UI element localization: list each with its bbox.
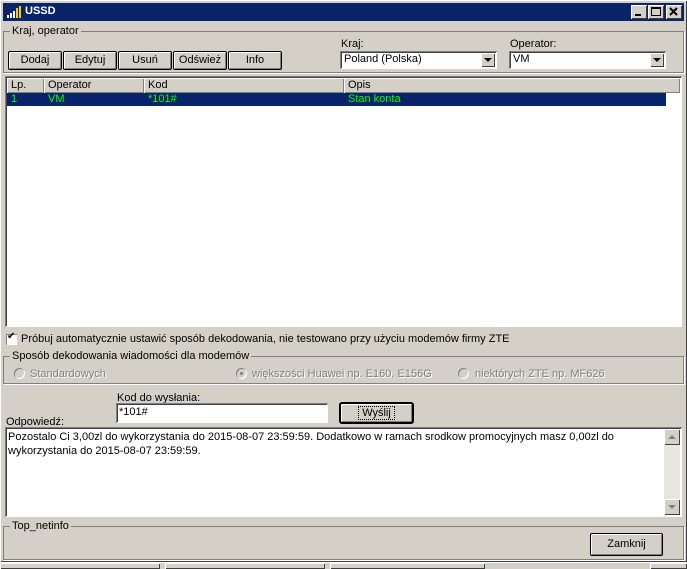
country-label: Kraj: [341, 38, 364, 50]
country-select[interactable]: Poland (Polska) [340, 51, 497, 69]
add-button[interactable]: Dodaj [8, 51, 62, 70]
response-textarea[interactable]: Pozostalo Ci 3,00zl do wykorzystania do … [5, 427, 682, 517]
scroll-up-icon[interactable] [664, 429, 680, 445]
column-header-operator[interactable]: Operator [44, 78, 144, 93]
radio-zte-label: niektórych ZTE np. MF626 [475, 368, 605, 380]
taskbar-item[interactable] [0, 563, 160, 569]
radio-huawei-label: większości Huawei np. E160, E156G [252, 368, 432, 380]
response-text: Pozostalo Ci 3,00zl do wykorzystania do … [8, 431, 614, 457]
maximize-icon [651, 7, 661, 16]
close-icon [669, 7, 678, 16]
country-value: Poland (Polska) [344, 53, 422, 65]
table-row[interactable]: 1 VM *101# Stan konta [7, 93, 666, 106]
ussd-window: USSD Kraj, operator Dodaj Edytuj Usuń Od… [0, 0, 687, 562]
netinfo-group: Top_netinfo [3, 520, 684, 560]
code-input[interactable]: *101# [116, 403, 328, 423]
cell-opis: Stan konta [348, 93, 401, 105]
send-button[interactable]: Wyślij [340, 403, 413, 423]
operator-label: Operator: [510, 38, 557, 50]
send-button-label: Wyślij [358, 406, 395, 420]
minimize-icon [635, 14, 641, 16]
taskbar [0, 562, 687, 569]
radio-standard [14, 368, 25, 379]
close-button[interactable]: Zamknij [590, 533, 663, 556]
info-button[interactable]: Info [228, 51, 282, 70]
refresh-button[interactable]: Odśwież [173, 51, 227, 70]
signal-icon [7, 6, 21, 18]
auto-decode-label: Próbuj automatycznie ustawić sposób deko… [21, 333, 510, 345]
radio-standard-label: Standardowych [30, 368, 106, 380]
decoding-legend: Sposób dekodowania wiadomości dla modemó… [12, 350, 250, 362]
chevron-down-icon[interactable] [481, 53, 495, 67]
system-tray [650, 563, 687, 569]
edit-button[interactable]: Edytuj [63, 51, 117, 70]
column-header-lp[interactable]: Lp. [7, 78, 44, 93]
code-input-value: *101# [119, 406, 148, 418]
list-header: Lp. Operator Kod Opis [7, 78, 680, 93]
cell-kod: *101# [148, 93, 177, 105]
cell-lp: 1 [11, 93, 18, 105]
scroll-down-icon[interactable] [664, 499, 680, 515]
minimize-button[interactable] [631, 5, 647, 19]
response-scrollbar[interactable] [664, 429, 680, 515]
ussd-code-list[interactable]: Lp. Operator Kod Opis 1 VM *101# Stan ko… [5, 76, 682, 327]
radio-huawei [236, 368, 247, 379]
column-header-opis[interactable]: Opis [344, 78, 680, 93]
maximize-button[interactable] [648, 5, 664, 19]
cell-operator: VM [48, 93, 65, 105]
column-header-kod[interactable]: Kod [144, 78, 344, 93]
country-operator-legend: Kraj, operator [12, 25, 79, 37]
operator-select[interactable]: VM [509, 51, 666, 69]
netinfo-legend: Top_netinfo [12, 520, 69, 532]
window-title: USSD [25, 5, 56, 17]
radio-zte [458, 368, 469, 379]
delete-button[interactable]: Usuń [118, 51, 172, 70]
close-window-button[interactable] [666, 5, 682, 19]
title-bar[interactable]: USSD [3, 3, 684, 21]
chevron-down-icon[interactable] [650, 53, 664, 67]
auto-decode-checkbox[interactable] [6, 331, 17, 345]
taskbar-item[interactable] [165, 563, 325, 569]
taskbar-item[interactable] [330, 563, 485, 569]
operator-value: VM [513, 53, 530, 65]
